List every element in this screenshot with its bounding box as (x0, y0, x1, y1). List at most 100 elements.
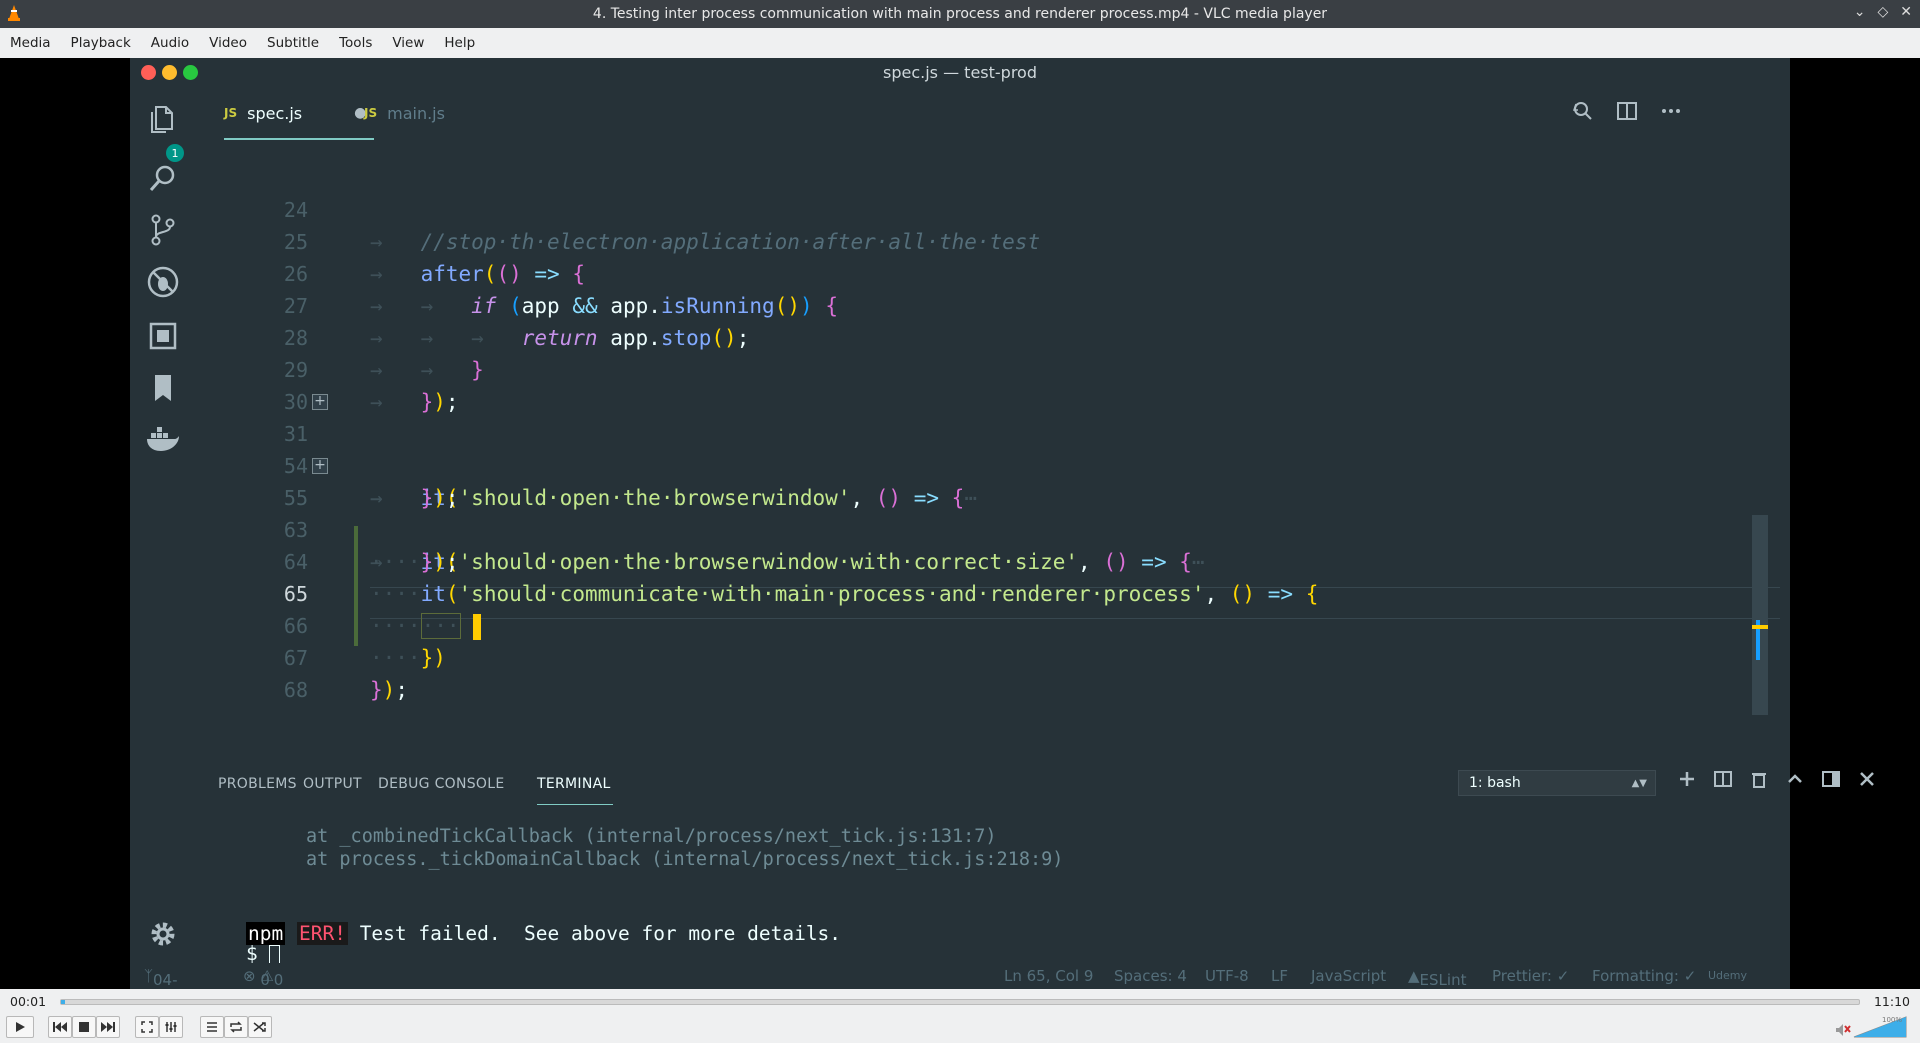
code-line: 31 + → it('should·open·the·browserwindow… (283, 393, 977, 510)
editor-window-title: spec.js — test-prod (883, 62, 1037, 82)
next-button[interactable] (96, 1016, 120, 1038)
js-file-icon: JS (364, 106, 378, 120)
tab-output[interactable]: OUTPUT (303, 776, 362, 792)
menu-video[interactable]: Video (199, 35, 257, 51)
language-mode[interactable]: JavaScript (1311, 967, 1386, 985)
previous-button[interactable] (48, 1016, 72, 1038)
shuffle-button[interactable] (248, 1016, 272, 1038)
cursor-position[interactable]: Ln 65, Col 9 (1004, 967, 1093, 985)
code-line: 67 }); (283, 646, 408, 702)
code-editor[interactable]: 24 → //stop·th·electron·application·afte… (196, 140, 1790, 760)
minimize-window-icon[interactable] (162, 65, 177, 80)
code-line: 30 (283, 390, 308, 414)
docker-icon[interactable] (143, 420, 183, 460)
new-terminal-icon[interactable] (1678, 770, 1696, 788)
editor-tabs: JS spec.js ● JS main.js (196, 86, 1790, 140)
close-icon[interactable]: ✕ (1900, 4, 1912, 20)
video-area[interactable]: spec.js — test-prod 1 JS spec.js ● JS ma… (0, 58, 1920, 1025)
vlc-cone-icon (8, 5, 20, 21)
encoding[interactable]: UTF-8 (1205, 967, 1249, 985)
fullscreen-button[interactable] (135, 1016, 159, 1038)
volume-percent: 100% (1882, 1016, 1902, 1024)
elapsed-time: 00:01 (10, 994, 47, 1009)
status-bar: ᛉ 04-test-ipc ⊗ 0 ⚠ 0 Ln 65, Col 9 Space… (130, 963, 1790, 1025)
prompt-symbol: $ (246, 942, 270, 965)
bottom-panel: PROBLEMS OUTPUT DEBUG CONSOLE TERMINAL 1… (196, 760, 1874, 965)
formatting-status[interactable]: Formatting: ✓ (1592, 967, 1696, 985)
shell-select[interactable]: 1: bash ▲▼ (1458, 770, 1656, 796)
settings-gear-icon[interactable] (143, 914, 183, 954)
playlist-button[interactable] (200, 1016, 224, 1038)
code-line: 55 + → it('should·open·the·browserwindow… (283, 457, 1205, 574)
prettier-status[interactable]: Prettier: ✓ (1492, 967, 1569, 985)
terminal-prompt[interactable]: $ (246, 942, 281, 965)
close-window-icon[interactable] (141, 65, 156, 80)
eol[interactable]: LF (1271, 967, 1288, 985)
stop-button[interactable] (72, 1016, 96, 1038)
more-actions-icon[interactable] (1660, 100, 1682, 122)
mute-icon[interactable] (1836, 1024, 1851, 1036)
menu-subtitle[interactable]: Subtitle (257, 35, 329, 51)
open-changes-icon[interactable] (1572, 100, 1594, 122)
shell-select-value: 1: bash (1469, 775, 1521, 791)
terminal-cursor (269, 944, 281, 965)
udemy-watermark: Udemy (1708, 969, 1748, 982)
tab-problems[interactable]: PROBLEMS (218, 776, 297, 792)
terminal-error-line: npm ERR! Test failed. See above for more… (246, 922, 841, 945)
play-button[interactable] (6, 1016, 34, 1038)
menu-view[interactable]: View (382, 35, 434, 51)
code-line: 63 ····}); (283, 518, 459, 574)
menu-media[interactable]: Media (0, 35, 61, 51)
code-line: 24 → //stop·th·electron·application·afte… (283, 198, 1041, 254)
scroll-marker (1752, 625, 1768, 629)
vlc-menubar: Media Playback Audio Video Subtitle Tool… (0, 28, 1920, 58)
error-message: Test failed. See above for more details. (347, 922, 842, 945)
search-icon[interactable] (143, 158, 183, 198)
split-editor-icon[interactable] (1616, 100, 1638, 122)
activity-bar: 1 (130, 86, 196, 963)
js-file-icon: JS (224, 106, 238, 120)
fold-expand-icon[interactable]: + (312, 458, 328, 474)
maximize-icon[interactable]: ◇ (1877, 4, 1888, 20)
seek-bar[interactable] (60, 999, 1860, 1005)
toggle-panel-icon[interactable] (1822, 770, 1840, 788)
tab-spec-js[interactable]: JS spec.js ● (224, 86, 366, 140)
loop-button[interactable] (224, 1016, 248, 1038)
explorer-icon[interactable] (143, 100, 183, 140)
problems-indicator[interactable]: ⊗ 0 ⚠ 0 (243, 967, 283, 989)
vlc-titlebar: 4. Testing inter process communication w… (0, 0, 1920, 28)
vscode-titlebar: spec.js — test-prod (130, 58, 1790, 86)
menu-tools[interactable]: Tools (329, 35, 382, 51)
tab-terminal[interactable]: TERMINAL (537, 776, 611, 792)
trash-icon[interactable] (1750, 770, 1768, 788)
code-line: 54 → }); (283, 454, 459, 510)
zoom-window-icon[interactable] (183, 65, 198, 80)
editor-scrollbar[interactable] (1752, 515, 1768, 715)
debug-icon[interactable] (143, 262, 183, 302)
tab-debug-console[interactable]: DEBUG CONSOLE (378, 776, 505, 792)
source-control-icon[interactable] (143, 210, 183, 250)
tab-main-js[interactable]: JS main.js (364, 86, 445, 140)
extended-settings-button[interactable] (159, 1016, 183, 1038)
chevron-up-icon[interactable] (1786, 770, 1804, 788)
volume-control[interactable]: 100% (1836, 1013, 1908, 1039)
menu-audio[interactable]: Audio (141, 35, 199, 51)
menu-playback[interactable]: Playback (61, 35, 141, 51)
close-panel-icon[interactable] (1858, 770, 1876, 788)
extensions-icon[interactable] (143, 316, 183, 356)
fold-expand-icon[interactable]: + (312, 394, 328, 410)
total-time: 11:10 (1873, 994, 1910, 1009)
minimize-icon[interactable]: ⌄ (1854, 4, 1866, 20)
bookmark-icon[interactable] (143, 368, 183, 408)
branch-indicator[interactable]: ᛉ 04-test-ipc (144, 967, 187, 1025)
window-title: 4. Testing inter process communication w… (592, 6, 1328, 22)
split-terminal-icon[interactable] (1714, 770, 1732, 788)
code-line: 66 ····}) (283, 614, 446, 670)
eslint-status[interactable]: ▲ ESLint (1408, 967, 1466, 989)
err-label: ERR! (296, 922, 348, 945)
menu-help[interactable]: Help (434, 35, 485, 51)
indentation[interactable]: Spaces: 4 (1114, 967, 1187, 985)
select-arrow-icon: ▲▼ (1631, 777, 1647, 789)
code-line: 27 → → → return app.stop(); (283, 294, 750, 350)
code-line: 68 (283, 678, 308, 702)
